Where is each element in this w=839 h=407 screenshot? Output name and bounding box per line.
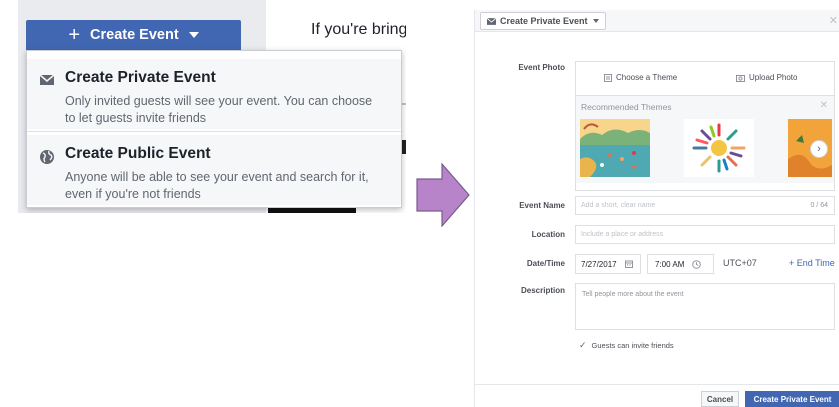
char-counter: 0 / 64 xyxy=(810,202,828,209)
create-event-menu-screenshot: If you're bring + Create Event Create Pr… xyxy=(18,0,406,213)
create-event-dropdown: Create Private Event Only invited guests… xyxy=(26,50,402,208)
close-icon[interactable]: ✕ xyxy=(820,100,828,111)
event-name-placeholder: Add a short, clear name xyxy=(581,202,656,209)
upload-photo-button[interactable]: Upload Photo xyxy=(736,73,797,82)
chevron-right-icon[interactable]: › xyxy=(810,140,828,158)
event-photo-box: Choose a Theme Upload Photo Recommended … xyxy=(575,61,835,191)
guests-can-invite-label: Guests can invite friends xyxy=(591,341,674,350)
theme-thumbnail[interactable] xyxy=(580,119,650,177)
menu-item-title: Create Private Event xyxy=(65,69,216,86)
location-field[interactable]: Include a place or address xyxy=(575,225,835,244)
theme-icon xyxy=(604,73,612,82)
create-private-event-button[interactable]: Create Private Event xyxy=(745,391,839,407)
envelope-icon xyxy=(487,17,496,25)
background-page-text: If you're bring xyxy=(311,21,406,38)
date-field[interactable]: 7/27/2017 xyxy=(575,254,641,274)
envelope-icon xyxy=(39,74,55,85)
close-icon[interactable]: ✕ xyxy=(829,14,838,27)
clock-icon xyxy=(692,259,702,269)
theme-thumbnail[interactable] xyxy=(684,119,754,177)
create-event-button[interactable]: + Create Event xyxy=(26,20,241,50)
calendar-icon xyxy=(624,260,633,268)
event-name-field[interactable]: Add a short, clear name 0 / 64 xyxy=(575,196,835,215)
camera-icon xyxy=(736,74,745,82)
menu-item-description: Only invited guests will see your event.… xyxy=(65,94,373,125)
choose-theme-label: Choose a Theme xyxy=(616,73,678,82)
choose-theme-button[interactable]: Choose a Theme xyxy=(604,73,677,82)
upload-photo-label: Upload Photo xyxy=(749,73,798,82)
menu-item-create-private-event[interactable]: Create Private Event Only invited guests… xyxy=(27,59,401,129)
cancel-button[interactable]: Cancel xyxy=(701,391,739,407)
add-end-time-link[interactable]: + End Time xyxy=(789,258,835,268)
time-value: 7:00 AM xyxy=(655,259,685,269)
guests-can-invite-checkbox[interactable]: ✓ Guests can invite friends xyxy=(579,340,674,351)
dialog-title: Create Private Event xyxy=(500,16,588,26)
right-arrow-icon xyxy=(416,163,470,227)
photo-options: Choose a Theme Upload Photo xyxy=(576,62,834,95)
event-name-label: Event Name xyxy=(519,201,565,210)
recommended-themes-label: Recommended Themes xyxy=(581,102,672,112)
dialog-titlebar: Create Private Event ✕ xyxy=(475,10,839,32)
date-value: 7/27/2017 xyxy=(581,259,617,269)
description-field[interactable]: Tell people more about the event xyxy=(575,283,835,330)
create-event-label: Create Event xyxy=(90,27,179,43)
timezone-label: UTC+07 xyxy=(723,258,757,268)
datetime-label: Date/Time xyxy=(526,259,565,268)
plus-icon: + xyxy=(68,24,81,46)
location-label: Location xyxy=(531,230,565,239)
caret-down-icon xyxy=(592,19,599,23)
description-placeholder: Tell people more about the event xyxy=(582,291,684,298)
menu-item-create-public-event[interactable]: Create Public Event Anyone will be able … xyxy=(27,135,401,205)
event-photo-label: Event Photo xyxy=(518,63,565,72)
event-type-selector[interactable]: Create Private Event xyxy=(480,12,606,30)
caret-down-icon xyxy=(188,32,199,38)
menu-item-title: Create Public Event xyxy=(65,145,211,162)
menu-divider xyxy=(27,131,401,132)
globe-icon xyxy=(40,150,54,164)
description-label: Description xyxy=(520,286,565,295)
checkmark-icon: ✓ xyxy=(579,340,587,350)
time-field[interactable]: 7:00 AM xyxy=(647,254,714,274)
location-placeholder: Include a place or address xyxy=(581,231,664,238)
create-private-event-dialog: Create Private Event ✕ Event Photo Choos… xyxy=(474,10,839,407)
recommended-themes: Recommended Themes ✕ › xyxy=(576,95,834,183)
menu-item-description: Anyone will be able to see your event an… xyxy=(65,170,369,201)
dialog-footer: Cancel Create Private Event xyxy=(475,384,839,407)
